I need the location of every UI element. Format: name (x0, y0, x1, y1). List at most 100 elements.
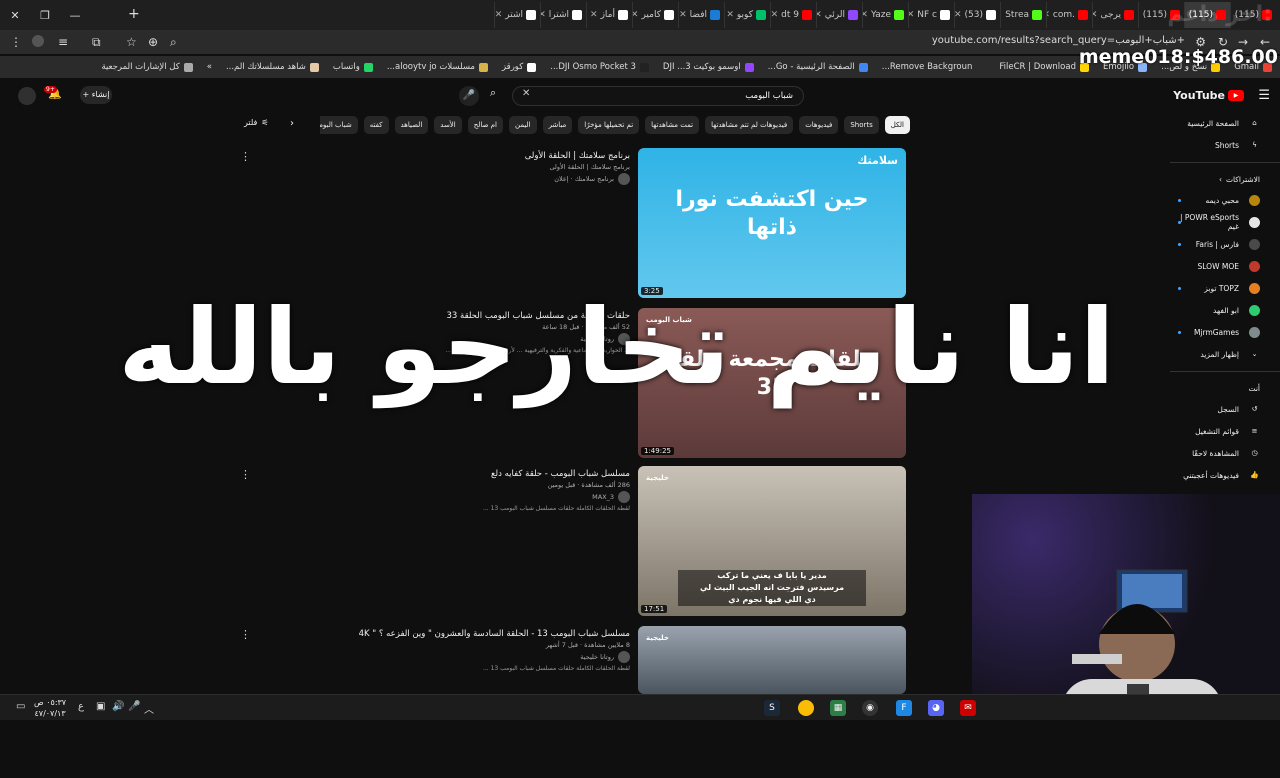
channel-row[interactable]: MAX_3 (240, 491, 630, 503)
sidebar-you-item[interactable]: 👍 فيديوهات أعجبتني (1170, 464, 1280, 486)
filter-button[interactable]: فلتر ⚟ (244, 118, 268, 127)
filter-chip[interactable]: فيديوهات (799, 116, 839, 134)
you-heading[interactable]: أنت (1170, 378, 1280, 398)
browser-tab[interactable]: Yaze✕ (862, 2, 908, 28)
clear-search-icon[interactable]: ✕ (522, 88, 530, 99)
bookmark-item[interactable]: واتساب (333, 62, 373, 72)
browser-tab[interactable]: افضا ✕ (678, 2, 724, 28)
close-window-icon[interactable]: ✕ (0, 9, 30, 22)
sidebar-subscription[interactable]: محبي ديمه (1170, 189, 1280, 211)
filecr-icon[interactable]: F (896, 700, 912, 716)
more-options-icon[interactable]: ⋮ (240, 150, 251, 163)
channel-row[interactable]: برنامج سلامتك · إعلان (240, 173, 630, 185)
zoom-icon[interactable]: ⌕ (170, 35, 177, 50)
search-result[interactable]: مدير يا بابا ف يعني ما تركب مرسيدس فترجت… (230, 466, 906, 618)
app-icon[interactable]: ✉ (960, 700, 976, 716)
browser-tab[interactable]: NF c✕ (908, 2, 954, 28)
tab-close-icon[interactable]: ✕ (1139, 10, 1140, 20)
video-title[interactable]: مسلسل شباب البومب - حلقة كفايه دلع (240, 468, 630, 480)
install-icon[interactable]: ⊕ (148, 35, 158, 49)
sidebar-subscription[interactable]: TOPZ توبز (1170, 277, 1280, 299)
chrome-icon[interactable] (798, 700, 814, 716)
bookmark-star-icon[interactable]: ☆ (126, 35, 137, 49)
browser-tab[interactable]: .com✕ (1046, 2, 1092, 28)
store-icon[interactable]: ▦ (830, 700, 846, 716)
tab-close-icon[interactable]: ✕ (679, 10, 687, 20)
create-button[interactable]: + إنشاء (80, 86, 112, 104)
sidebar-subscription[interactable]: MjrmGames (1170, 321, 1280, 343)
maximize-window-icon[interactable]: ❐ (30, 9, 60, 22)
filter-chip[interactable]: الكل (884, 116, 910, 134)
volume-icon[interactable]: 🔊 (112, 701, 124, 712)
steam-icon[interactable]: S (764, 700, 780, 716)
browser-tab[interactable]: Strea✕ (1000, 2, 1046, 28)
sidebar-subscription[interactable]: ابو الفهد (1170, 299, 1280, 321)
sidebar-subscription[interactable]: POWR eSports | غيم (1170, 211, 1280, 233)
more-bookmarks-icon[interactable]: » (207, 62, 212, 72)
filter-chip[interactable]: الصياهد (394, 116, 429, 134)
sidebar-subscription[interactable]: فارس | Faris (1170, 233, 1280, 255)
subscriptions-heading[interactable]: الاشتراكات › (1170, 169, 1280, 189)
browser-tab[interactable]: أماز ✕ (586, 2, 632, 28)
tab-close-icon[interactable]: ✕ (1001, 10, 1002, 20)
browser-tab[interactable]: كوبو ✕ (724, 2, 770, 28)
chevron-left-icon[interactable]: › (290, 118, 294, 129)
microphone-icon[interactable]: 🎤 (459, 86, 479, 106)
video-thumbnail[interactable]: مدير يا بابا ف يعني ما تركب مرسيدس فترجت… (638, 466, 906, 616)
filter-chip[interactable]: ام صالح (467, 116, 503, 134)
bookmark-item[interactable]: الصفحة الرئيسية - Go... (768, 62, 868, 72)
browser-tab[interactable]: اشتر ✕ (494, 2, 540, 28)
browser-tab[interactable]: يرجى✕ (1092, 2, 1138, 28)
menu-kebab-icon[interactable]: ⋮ (10, 35, 22, 49)
search-icon[interactable]: ⌕ (490, 86, 496, 100)
account-avatar[interactable] (18, 87, 36, 105)
bookmark-item[interactable]: FileCR | Download (999, 62, 1089, 72)
tab-close-icon[interactable]: ✕ (909, 10, 914, 20)
media-icon[interactable]: ≡ (58, 35, 68, 49)
filter-chip[interactable]: Shorts (844, 116, 879, 134)
video-title[interactable]: مسلسل شباب البومب 13 - الحلقة السادسة وا… (240, 628, 630, 640)
discord-icon[interactable]: ◕ (928, 700, 944, 716)
filter-chip[interactable]: كفته (363, 116, 389, 134)
sidebar-you-item[interactable]: ≡ قوائم التشغيل (1170, 420, 1280, 442)
bookmark-item[interactable]: مسلسلات alooytv jo... (387, 62, 488, 72)
tab-close-icon[interactable]: ✕ (955, 10, 962, 20)
tab-close-icon[interactable]: ✕ (1047, 10, 1050, 20)
bookmark-item[interactable]: اوسمو بوكيت 3... DJI (663, 62, 754, 72)
tray-chevron-icon[interactable]: ︿ (144, 701, 154, 716)
mic-tray-icon[interactable]: 🎤 (128, 701, 140, 712)
sidebar-you-item[interactable]: ↺ السجل (1170, 398, 1280, 420)
more-options-icon[interactable]: ⋮ (240, 468, 251, 481)
filter-chip[interactable]: الأسد (434, 116, 462, 134)
tab-close-icon[interactable]: ✕ (817, 10, 822, 20)
sidebar-subscription[interactable]: SLOW MOE (1170, 255, 1280, 277)
browser-tab[interactable]: كامير✕ (632, 2, 678, 28)
obs-icon[interactable]: ◉ (862, 700, 878, 716)
new-tab-button[interactable]: + (128, 6, 140, 22)
tab-close-icon[interactable]: ✕ (541, 10, 546, 20)
browser-tab[interactable]: (53) ✕ (954, 2, 1000, 28)
clock[interactable]: ٠٥:٣٧ ص ٤٧/٠٧/١٣ (34, 697, 66, 719)
profile-avatar[interactable] (32, 35, 44, 47)
youtube-logo[interactable]: YouTube ▶ (1173, 89, 1244, 102)
url-field[interactable]: youtube.com/results?search_query=شباب+ال… (932, 35, 1185, 46)
bookmark-item[interactable]: شاهد مسلسلاتك الم... (226, 62, 319, 72)
sidebar-item[interactable]: ⌂ الصفحة الرئيسية (1170, 112, 1280, 134)
filter-chip[interactable]: شباب البومب ١٢ (320, 116, 358, 134)
browser-tab[interactable]: اشترا✕ (540, 2, 586, 28)
video-thumbnail[interactable]: خليجية (638, 626, 906, 694)
bookmark-item[interactable]: كل الإشارات المرجعية (101, 62, 193, 72)
bookmark-item[interactable]: كورقز (502, 62, 537, 72)
channel-row[interactable]: روتانا خليجية (240, 651, 630, 663)
browser-tab[interactable]: الرئي✕ (816, 2, 862, 28)
more-options-icon[interactable]: ⋮ (240, 628, 251, 641)
filter-chip[interactable]: تمت مشاهدتها (645, 116, 700, 134)
hamburger-icon[interactable]: ☰ (1258, 88, 1270, 103)
filter-chip[interactable]: تم تحميلها مؤخرًا (578, 116, 640, 134)
bookmark-item[interactable]: DJI Osmo Pocket 3... (550, 62, 649, 72)
tab-close-icon[interactable]: ✕ (590, 10, 598, 20)
sidebar-item[interactable]: ϟ Shorts (1170, 134, 1280, 156)
tab-close-icon[interactable]: ✕ (726, 10, 734, 20)
language-indicator[interactable]: ع (78, 701, 84, 712)
network-icon[interactable]: ▣ (96, 701, 105, 712)
